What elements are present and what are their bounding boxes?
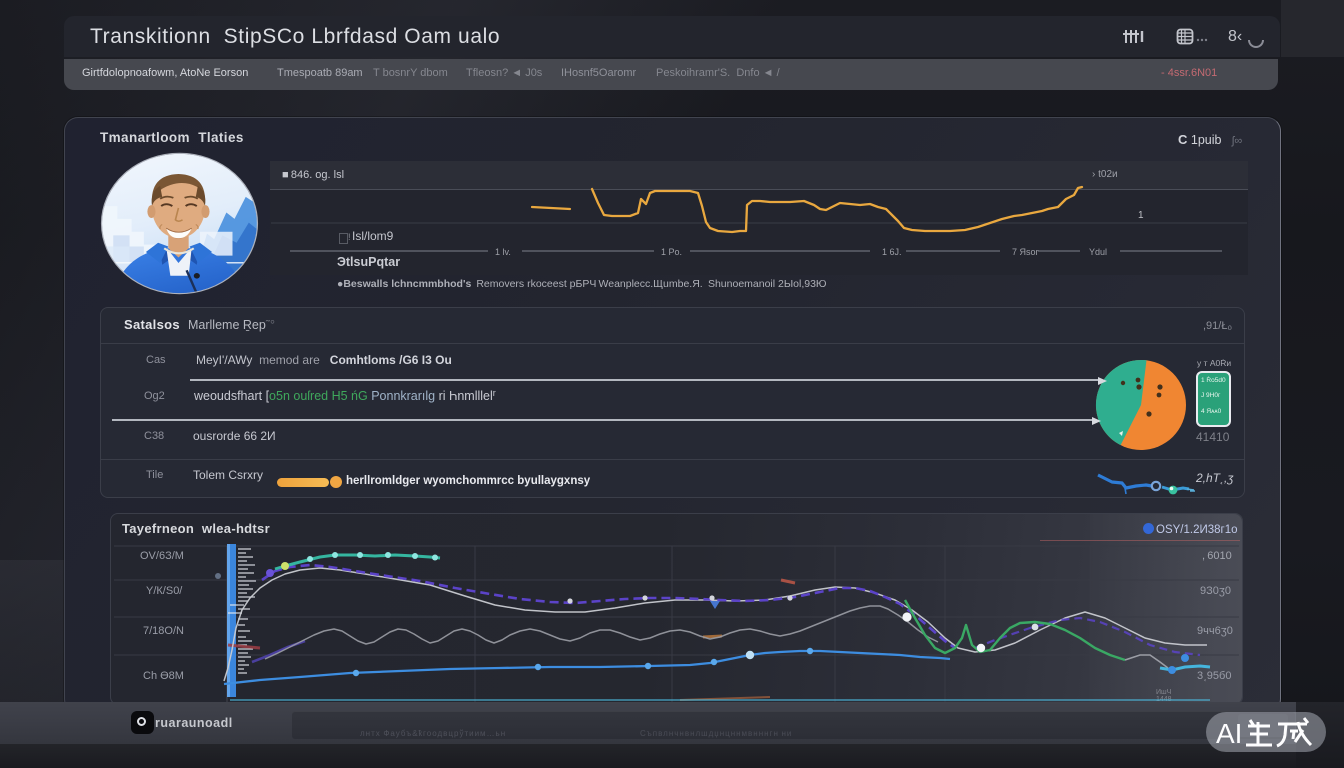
svg-text:AI: AI	[1216, 718, 1242, 749]
svg-text:1 Рo.: 1 Рo.	[661, 247, 682, 257]
svg-text:1 6J.: 1 6J.	[882, 247, 902, 257]
svg-text:7 Яsor: 7 Яsor	[1012, 247, 1039, 257]
svg-text:Ydul: Ydul	[1089, 247, 1107, 257]
svg-text:1: 1	[1138, 210, 1144, 221]
svg-text:1 lv.: 1 lv.	[495, 247, 511, 257]
